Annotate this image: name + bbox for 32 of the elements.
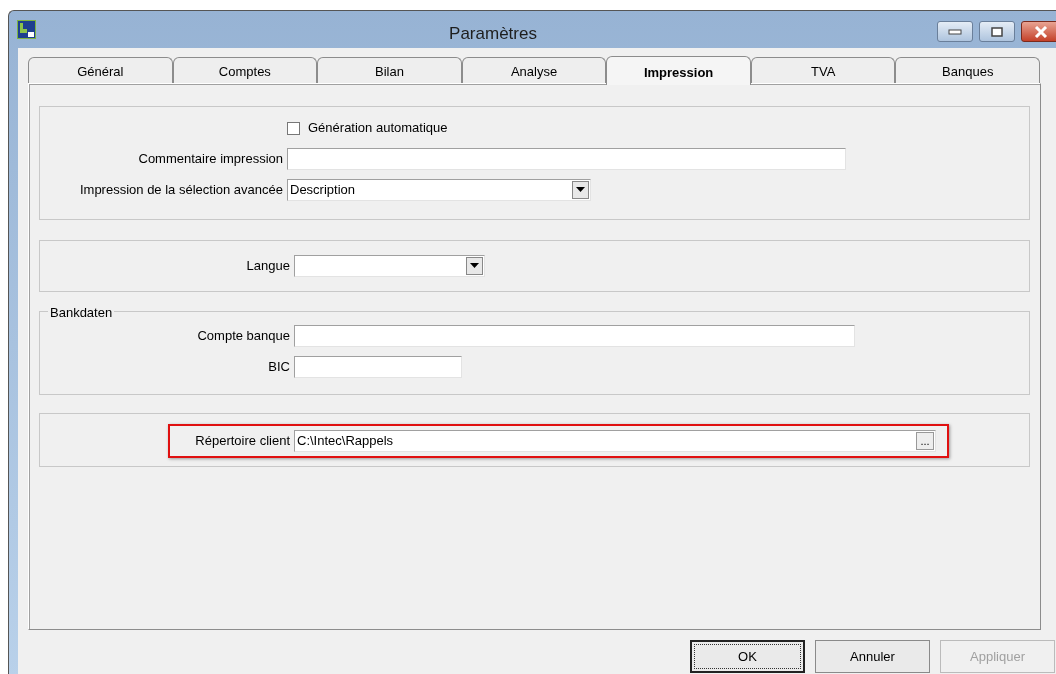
tab[interactable]: Général [28,57,173,83]
tab[interactable]: TVA [750,57,896,83]
tab[interactable]: Comptes [172,57,318,83]
browse-button[interactable]: ... [916,432,934,450]
checkbox[interactable] [287,121,300,135]
maximize-icon [991,26,1003,37]
field-label: Répertoire client [194,432,291,451]
minimize-button[interactable] [937,21,973,42]
dialog-button[interactable]: Annuler [815,640,930,673]
maximize-button[interactable] [979,21,1015,42]
text-field[interactable] [287,147,846,170]
dropdown-field[interactable]: Description [287,178,591,201]
tab[interactable]: Analyse [461,57,607,83]
field-label: Commentaire impression [137,149,284,168]
checkbox-label: Génération automatique [307,119,448,138]
window-title: Paramètres [448,23,538,45]
field-label: Impression de la sélection avancée [78,180,284,199]
tab[interactable]: Impression [606,56,751,85]
tab[interactable]: Bilan [317,57,462,83]
path-field[interactable]: C:\Intec\Rappels ... [294,430,936,452]
dialog-button[interactable]: OK [690,640,805,673]
text-field[interactable] [294,355,462,378]
tab[interactable]: Banques [895,57,1041,83]
dropdown-field[interactable] [294,254,485,277]
field-label: Compte banque [196,326,291,345]
text-field[interactable] [294,324,855,347]
close-button[interactable] [1021,21,1056,42]
close-icon [1034,25,1048,38]
field-label: BIC [267,357,291,376]
app-icon [17,20,36,39]
field-label: Langue [245,256,291,275]
minimize-icon [948,28,962,35]
